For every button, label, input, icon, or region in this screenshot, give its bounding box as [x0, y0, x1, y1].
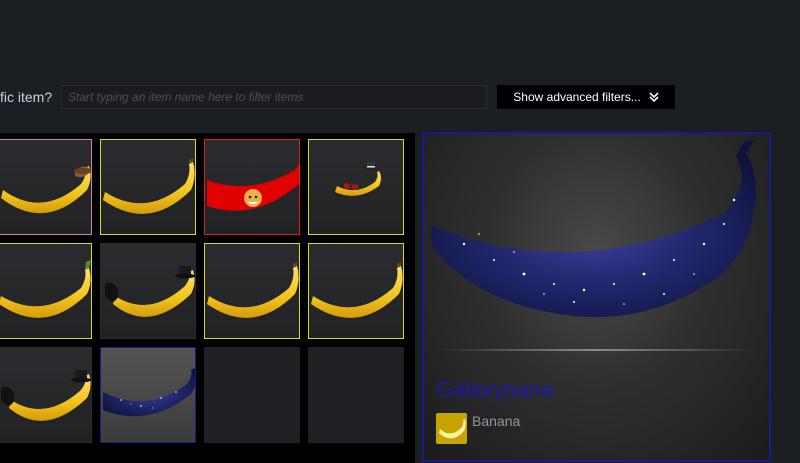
- inventory-grid: [0, 133, 415, 463]
- inventory-slot-empty: [204, 347, 300, 443]
- banana-green-stem-image: [0, 260, 91, 318]
- galaxy-banana-large-image: [430, 140, 756, 318]
- filter-label: fic item?: [0, 89, 53, 105]
- banana-plain-image: [207, 262, 299, 318]
- inventory-item-7[interactable]: [204, 243, 300, 339]
- inventory-item-5[interactable]: [0, 243, 92, 339]
- page-header-band: [0, 0, 800, 70]
- game-name-label: Banana: [472, 413, 521, 429]
- inventory-item-10-selected[interactable]: [100, 347, 196, 443]
- banana-top-hat-glove-image: [1, 370, 91, 421]
- double-chevron-down-icon: [649, 92, 659, 102]
- inventory-item-1[interactable]: [0, 139, 92, 235]
- banana-top-hat-glove-image: [105, 266, 195, 317]
- detail-divider: [438, 349, 756, 351]
- banana-red-shiba-image: [207, 164, 299, 211]
- advanced-filters-label: Show advanced filters...: [513, 90, 641, 104]
- inventory-slot-empty: [308, 347, 404, 443]
- banana-app-icon: [436, 413, 467, 444]
- galaxy-banana-image: [103, 368, 195, 417]
- banana-tiny-fedora-sticker-image: [335, 162, 381, 196]
- inventory-item-6[interactable]: [100, 243, 196, 339]
- banana-cowboy-hat-image: [1, 166, 91, 214]
- inventory-item-3[interactable]: [204, 139, 300, 235]
- banana-plain-image: [311, 262, 403, 318]
- item-name-title: Galaxynana: [436, 377, 554, 402]
- banana-plain-image: [103, 158, 195, 214]
- inventory-item-4[interactable]: [308, 139, 404, 235]
- item-filter-input[interactable]: [61, 85, 487, 109]
- inventory-item-9[interactable]: [0, 347, 92, 443]
- inventory-item-2[interactable]: [100, 139, 196, 235]
- inventory-item-8[interactable]: [308, 243, 404, 339]
- item-detail-panel: Galaxynana Banana: [422, 132, 771, 462]
- show-advanced-filters-button[interactable]: Show advanced filters...: [497, 85, 675, 109]
